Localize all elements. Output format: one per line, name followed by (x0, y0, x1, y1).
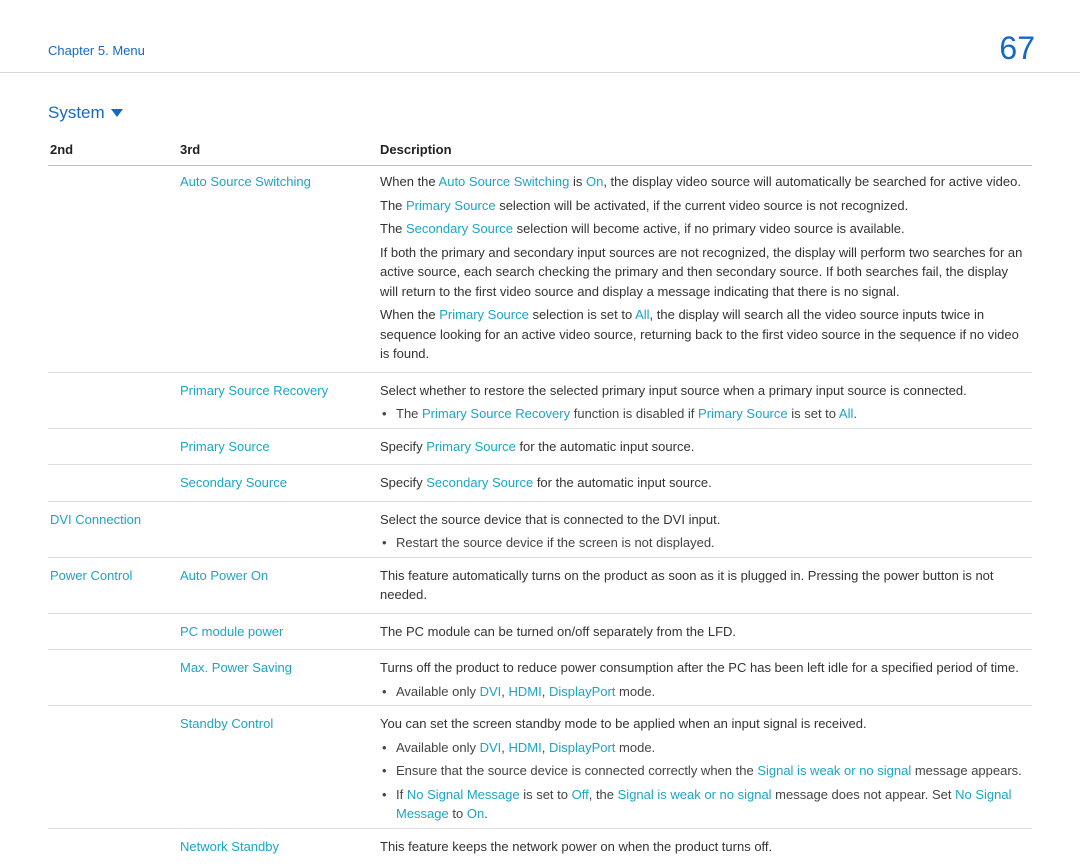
section-title-text: System (48, 103, 105, 123)
link-displayport[interactable]: DisplayPort (549, 684, 615, 699)
link-hdmi[interactable]: HDMI (509, 740, 542, 755)
setting-description: Select the source device that is connect… (378, 501, 1032, 557)
content-area: System 2nd 3rd Description Auto Source S… (0, 73, 1080, 864)
col-header-2nd: 2nd (48, 137, 178, 166)
link-all[interactable]: All (839, 406, 853, 421)
breadcrumb[interactable]: Chapter 5. Menu (48, 30, 145, 58)
setting-name[interactable]: Standby Control (178, 706, 378, 829)
setting-description: The PC module can be turned on/off separ… (378, 613, 1032, 650)
link-no-signal-message[interactable]: No Signal Message (407, 787, 520, 802)
setting-name[interactable]: Network Standby (178, 828, 378, 864)
table-row: Power Control Auto Power On This feature… (48, 557, 1032, 613)
link-signal-weak[interactable]: Signal is weak or no signal (618, 787, 772, 802)
col-header-3rd: 3rd (178, 137, 378, 166)
page-header: Chapter 5. Menu 67 (0, 0, 1080, 73)
link-dvi[interactable]: DVI (480, 740, 502, 755)
setting-description: You can set the screen standby mode to b… (378, 706, 1032, 829)
table-row: Standby Control You can set the screen s… (48, 706, 1032, 829)
table-row: Primary Source Recovery Select whether t… (48, 372, 1032, 428)
table-row: Primary Source Specify Primary Source fo… (48, 428, 1032, 465)
list-item: If No Signal Message is set to Off, the … (380, 785, 1024, 824)
section-title[interactable]: System (48, 103, 1032, 123)
table-header-row: 2nd 3rd Description (48, 137, 1032, 166)
list-item: Restart the source device if the screen … (380, 533, 1024, 553)
link-on[interactable]: On (467, 806, 484, 821)
category-name[interactable]: Power Control (48, 557, 178, 613)
link-primary-source-recovery[interactable]: Primary Source Recovery (422, 406, 570, 421)
category-name[interactable]: DVI Connection (48, 501, 178, 557)
setting-description: Specify Primary Source for the automatic… (378, 428, 1032, 465)
setting-description: Turns off the product to reduce power co… (378, 650, 1032, 706)
link-signal-weak[interactable]: Signal is weak or no signal (757, 763, 911, 778)
list-item: Ensure that the source device is connect… (380, 761, 1024, 781)
link-hdmi[interactable]: HDMI (509, 684, 542, 699)
link-primary-source[interactable]: Primary Source (406, 198, 496, 213)
col-header-description: Description (378, 137, 1032, 166)
setting-description: This feature automatically turns on the … (378, 557, 1032, 613)
list-item: Available only DVI, HDMI, DisplayPort mo… (380, 682, 1024, 702)
table-row: Secondary Source Specify Secondary Sourc… (48, 465, 1032, 502)
list-item: The Primary Source Recovery function is … (380, 404, 1024, 424)
setting-name[interactable]: PC module power (178, 613, 378, 650)
chevron-down-icon (111, 109, 123, 117)
link-primary-source[interactable]: Primary Source (439, 307, 529, 322)
link-all[interactable]: All (635, 307, 649, 322)
table-row: PC module power The PC module can be tur… (48, 613, 1032, 650)
setting-name[interactable]: Primary Source Recovery (178, 372, 378, 428)
link-secondary-source[interactable]: Secondary Source (426, 475, 533, 490)
link-primary-source[interactable]: Primary Source (426, 439, 516, 454)
link-primary-source[interactable]: Primary Source (698, 406, 788, 421)
table-row: Network Standby This feature keeps the n… (48, 828, 1032, 864)
link-off[interactable]: Off (572, 787, 589, 802)
setting-description: Specify Secondary Source for the automat… (378, 465, 1032, 502)
setting-name[interactable]: Max. Power Saving (178, 650, 378, 706)
setting-name[interactable]: Secondary Source (178, 465, 378, 502)
table-row: Auto Source Switching When the Auto Sour… (48, 166, 1032, 373)
link-secondary-source[interactable]: Secondary Source (406, 221, 513, 236)
link-dvi[interactable]: DVI (480, 684, 502, 699)
setting-description: Select whether to restore the selected p… (378, 372, 1032, 428)
setting-description: This feature keeps the network power on … (378, 828, 1032, 864)
setting-name[interactable]: Auto Source Switching (178, 166, 378, 373)
setting-name[interactable]: Primary Source (178, 428, 378, 465)
link-displayport[interactable]: DisplayPort (549, 740, 615, 755)
page-number: 67 (999, 30, 1035, 67)
settings-table: 2nd 3rd Description Auto Source Switchin… (48, 137, 1032, 864)
setting-name[interactable]: Auto Power On (178, 557, 378, 613)
link-auto-source-switching[interactable]: Auto Source Switching (439, 174, 570, 189)
link-on[interactable]: On (586, 174, 603, 189)
setting-description: When the Auto Source Switching is On, th… (378, 166, 1032, 373)
table-row: DVI Connection Select the source device … (48, 501, 1032, 557)
table-row: Max. Power Saving Turns off the product … (48, 650, 1032, 706)
list-item: Available only DVI, HDMI, DisplayPort mo… (380, 738, 1024, 758)
